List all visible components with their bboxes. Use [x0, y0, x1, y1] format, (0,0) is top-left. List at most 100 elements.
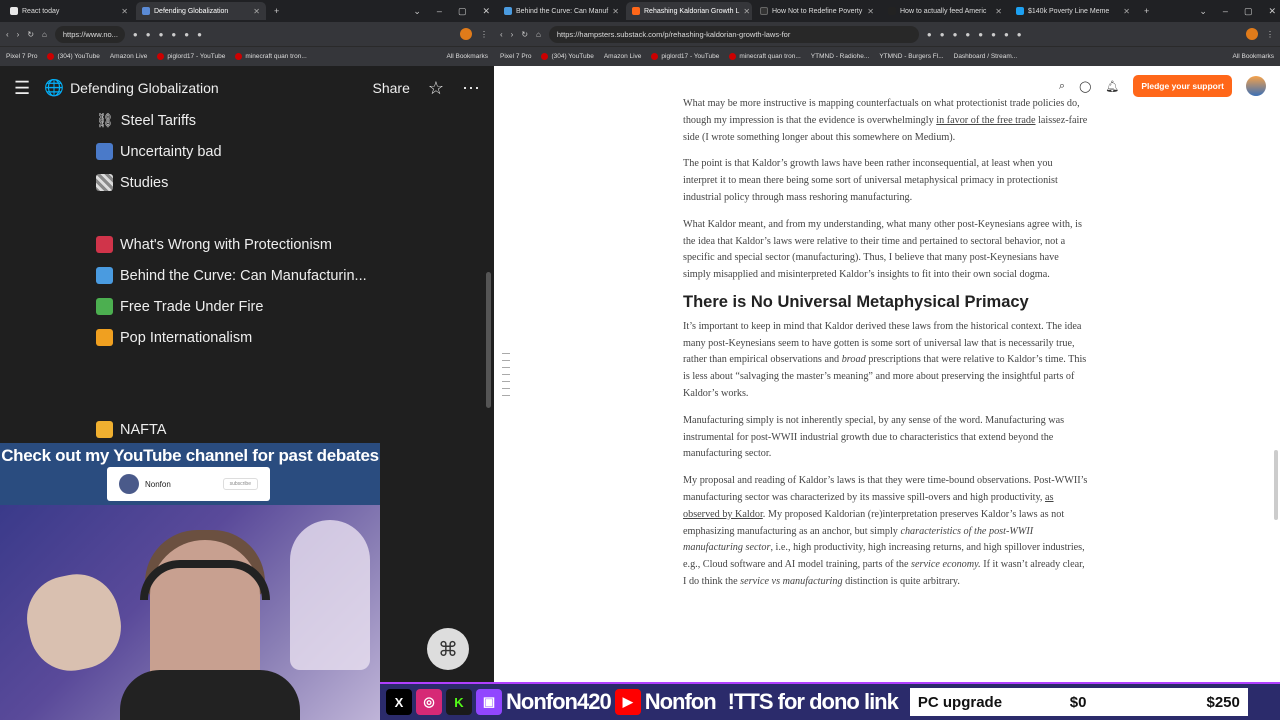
green-book-icon [96, 298, 113, 315]
star-icon[interactable]: ☆ [428, 78, 444, 99]
bell-icon[interactable]: 🔔︎ [1105, 80, 1119, 93]
close-icon[interactable]: ✕ [253, 7, 260, 16]
tab-search-icon[interactable]: ⌄ [413, 6, 421, 17]
pledge-button[interactable]: Pledge your support [1133, 75, 1232, 97]
share-button[interactable]: Share [373, 80, 410, 96]
page-link-steel-tariffs[interactable]: ⛓ Steel Tariffs [96, 112, 196, 129]
menu-icon[interactable]: ⋮ [1266, 30, 1274, 39]
page-link-nafta[interactable]: NAFTA [96, 421, 166, 438]
close-icon[interactable]: ✕ [995, 7, 1002, 16]
extension-icon[interactable]: ● [940, 30, 945, 39]
minimize-icon[interactable]: – [1223, 6, 1228, 16]
blue-book-icon [96, 267, 113, 284]
back-icon[interactable]: ‹ [6, 30, 9, 39]
all-bookmarks[interactable]: All Bookmarks [1232, 53, 1274, 60]
lamp-logo-icon: ⌘ [427, 628, 469, 670]
chain-icon: ⛓ [96, 112, 114, 128]
forward-icon[interactable]: › [511, 30, 514, 39]
bookmark[interactable]: minecraft quan tron... [235, 53, 307, 60]
maximize-icon[interactable]: ▢ [458, 6, 467, 17]
page-link-protectionism[interactable]: What's Wrong with Protectionism [96, 236, 332, 253]
address-bar[interactable]: https://www.no... [54, 25, 125, 43]
bookmark[interactable]: Amazon Live [604, 53, 642, 60]
page-link-studies[interactable]: Studies [96, 174, 168, 191]
close-icon[interactable]: ✕ [1123, 7, 1130, 16]
tab-poverty[interactable]: How Not to Redefine Poverty ✕ [754, 2, 880, 20]
new-tab-icon[interactable]: + [1144, 6, 1149, 16]
tab-feed-america[interactable]: How to actually feed Americ ✕ [882, 2, 1008, 20]
bookmark[interactable]: Pixel 7 Pro [6, 53, 37, 60]
close-icon[interactable]: ✕ [743, 7, 750, 16]
tab-favicon [888, 7, 896, 15]
forward-icon[interactable]: › [17, 30, 20, 39]
table-of-contents-icon[interactable] [502, 353, 512, 402]
extension-icon[interactable]: ● [965, 30, 970, 39]
new-tab-icon[interactable]: + [274, 6, 279, 16]
scrollbar[interactable] [486, 272, 491, 408]
tab-favicon [632, 7, 640, 15]
extension-icon[interactable]: ● [133, 30, 138, 39]
reload-icon[interactable]: ↻ [27, 30, 34, 39]
extension-icon[interactable]: ● [184, 30, 189, 39]
profile-avatar[interactable] [1246, 28, 1258, 40]
page-link-behind-the-curve[interactable]: Behind the Curve: Can Manufacturin... [96, 267, 367, 284]
notion-topbar: ☰ 🌐 Defending Globalization Share ☆ ⋯ [0, 66, 494, 110]
extension-icon[interactable]: ● [171, 30, 176, 39]
menu-icon[interactable]: ⋮ [480, 30, 488, 39]
search-icon[interactable]: ⌕ [1059, 80, 1065, 93]
close-icon[interactable]: ✕ [121, 7, 128, 16]
bookmark[interactable]: piglord17 - YouTube [157, 53, 225, 60]
bookmark[interactable]: Amazon Live [110, 53, 148, 60]
extension-icon[interactable]: ● [159, 30, 164, 39]
scrollbar[interactable] [1274, 450, 1278, 520]
page-title[interactable]: Defending Globalization [70, 80, 219, 96]
tab-defending-globalization[interactable]: Defending Globalization ✕ [136, 2, 266, 20]
hamburger-menu-icon[interactable]: ☰ [14, 78, 30, 99]
maximize-icon[interactable]: ▢ [1244, 6, 1253, 17]
profile-avatar[interactable] [460, 28, 472, 40]
extension-icon[interactable]: ● [991, 30, 996, 39]
close-icon[interactable]: ✕ [867, 7, 874, 16]
all-bookmarks[interactable]: All Bookmarks [446, 53, 488, 60]
tab-poverty-meme[interactable]: $140k Poverty Line Meme ✕ [1010, 2, 1136, 20]
home-icon[interactable]: ⌂ [42, 30, 47, 39]
youtube-icon: ▶ [614, 689, 641, 715]
tab-search-icon[interactable]: ⌄ [1199, 6, 1207, 17]
extension-icon[interactable]: ● [1004, 30, 1009, 39]
bookmark[interactable]: Pixel 7 Pro [500, 53, 531, 60]
extension-icon[interactable]: ● [197, 30, 202, 39]
bookmark[interactable]: minecraft quan tron... [729, 53, 801, 60]
close-icon[interactable]: ✕ [612, 7, 619, 16]
page-link-pop-internationalism[interactable]: Pop Internationalism [96, 329, 252, 346]
kick-icon: K [446, 689, 472, 715]
link[interactable]: in favor of the free trade [936, 115, 1035, 126]
bookmark[interactable]: piglord17 - YouTube [651, 53, 719, 60]
bookmark[interactable]: YTMND - Burgers Fl... [879, 53, 943, 60]
avatar[interactable] [1246, 76, 1266, 96]
minimize-icon[interactable]: – [437, 6, 442, 16]
extension-icon[interactable]: ● [953, 30, 958, 39]
extension-icon[interactable]: ● [1017, 30, 1022, 39]
bookmark[interactable]: YTMND - Radiohe... [811, 53, 870, 60]
reload-icon[interactable]: ↻ [521, 30, 528, 39]
page-link-uncertainty-bad[interactable]: Uncertainty bad [96, 143, 222, 160]
extension-icon[interactable]: ● [978, 30, 983, 39]
chat-icon[interactable]: ◯ [1079, 80, 1091, 93]
tab-rehashing-kaldorian[interactable]: Rehashing Kaldorian Growth L ✕ [626, 2, 752, 20]
tab-react-today[interactable]: React today ✕ [4, 2, 134, 20]
window-close-icon[interactable]: ✕ [482, 6, 490, 17]
back-icon[interactable]: ‹ [500, 30, 503, 39]
emphasis: broad [841, 354, 866, 366]
bookmark[interactable]: Dashboard / Stream... [954, 53, 1018, 60]
extension-icon[interactable]: ● [146, 30, 151, 39]
tab-behind-the-curve[interactable]: Behind the Curve: Can Manuf ✕ [498, 2, 624, 20]
bookmark[interactable]: (304) YouTube [47, 53, 100, 60]
window-close-icon[interactable]: ✕ [1268, 6, 1276, 17]
address-bar[interactable]: https://hampsters.substack.com/p/rehashi… [548, 25, 919, 43]
bookmark[interactable]: (304) YouTube [541, 53, 594, 60]
extension-icon[interactable]: ● [927, 30, 932, 39]
page-link-free-trade[interactable]: Free Trade Under Fire [96, 298, 263, 315]
home-icon[interactable]: ⌂ [536, 30, 541, 39]
youtube-icon [157, 53, 165, 60]
more-icon[interactable]: ⋯ [462, 78, 480, 99]
